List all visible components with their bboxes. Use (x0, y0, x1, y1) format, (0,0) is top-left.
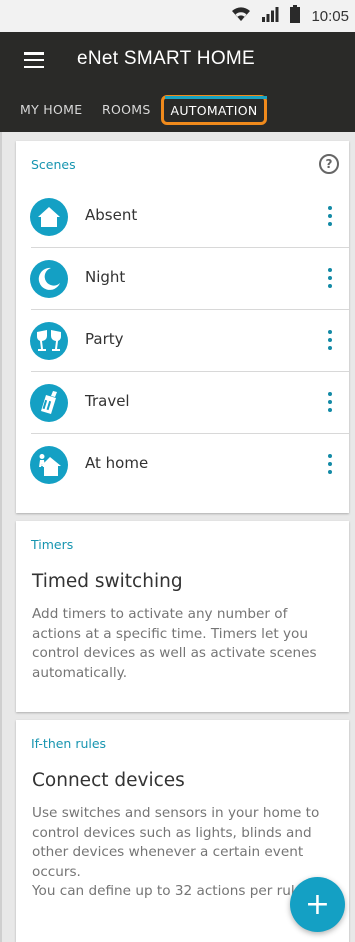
scene-label: Night (85, 268, 126, 286)
status-bar: 10:05 (0, 0, 355, 32)
add-button[interactable]: + (290, 877, 345, 932)
more-options-icon[interactable] (327, 330, 333, 350)
tab-rooms[interactable]: ROOMS (102, 102, 151, 117)
more-options-icon[interactable] (327, 268, 333, 288)
ifthen-title: If-then rules (31, 736, 107, 751)
scene-label: Absent (85, 206, 138, 224)
scene-row-absent[interactable]: Absent (16, 186, 349, 248)
moon-icon (30, 260, 68, 298)
status-time: 10:05 (311, 7, 349, 25)
timers-heading: Timed switching (32, 571, 183, 592)
help-icon[interactable]: ? (319, 154, 339, 174)
scene-label: Party (85, 330, 124, 348)
tab-automation[interactable]: AUTOMATION (161, 95, 267, 125)
scenes-card: Scenes ? Absent Night Party Travel At ho… (16, 141, 349, 513)
more-options-icon[interactable] (327, 206, 333, 226)
timers-title: Timers (31, 537, 74, 552)
luggage-icon (30, 384, 68, 422)
ifthen-heading: Connect devices (32, 770, 185, 791)
tab-my-home[interactable]: MY HOME (20, 102, 82, 117)
scene-row-at-home[interactable]: At home (16, 434, 349, 496)
plus-icon: + (304, 886, 331, 922)
more-options-icon[interactable] (327, 454, 333, 474)
house-person-icon (30, 446, 68, 484)
wifi-icon (231, 6, 251, 26)
glasses-icon (30, 322, 68, 360)
menu-icon[interactable] (24, 52, 44, 68)
signal-icon (261, 6, 279, 26)
scene-row-party[interactable]: Party (16, 310, 349, 372)
timers-description: Add timers to activate any number of act… (32, 606, 317, 681)
app-bar: eNet SMART HOME MY HOME ROOMS AUTOMATION (0, 32, 355, 132)
tab-selected-indicator (165, 96, 267, 99)
frame-edge (0, 0, 2, 942)
house-icon (30, 198, 68, 236)
scenes-title: Scenes (31, 157, 76, 172)
ifthen-description: Use switches and sensors in your home to… (32, 804, 337, 902)
scene-label: Travel (85, 392, 130, 410)
ifthen-description-text: Use switches and sensors in your home to… (32, 805, 320, 880)
scene-row-night[interactable]: Night (16, 248, 349, 310)
scene-row-travel[interactable]: Travel (16, 372, 349, 434)
app-title: eNet SMART HOME (77, 48, 256, 69)
timers-card[interactable]: Timers Timed switching Add timers to act… (16, 521, 349, 712)
more-options-icon[interactable] (327, 392, 333, 412)
scene-label: At home (85, 454, 149, 472)
battery-icon (289, 5, 301, 27)
